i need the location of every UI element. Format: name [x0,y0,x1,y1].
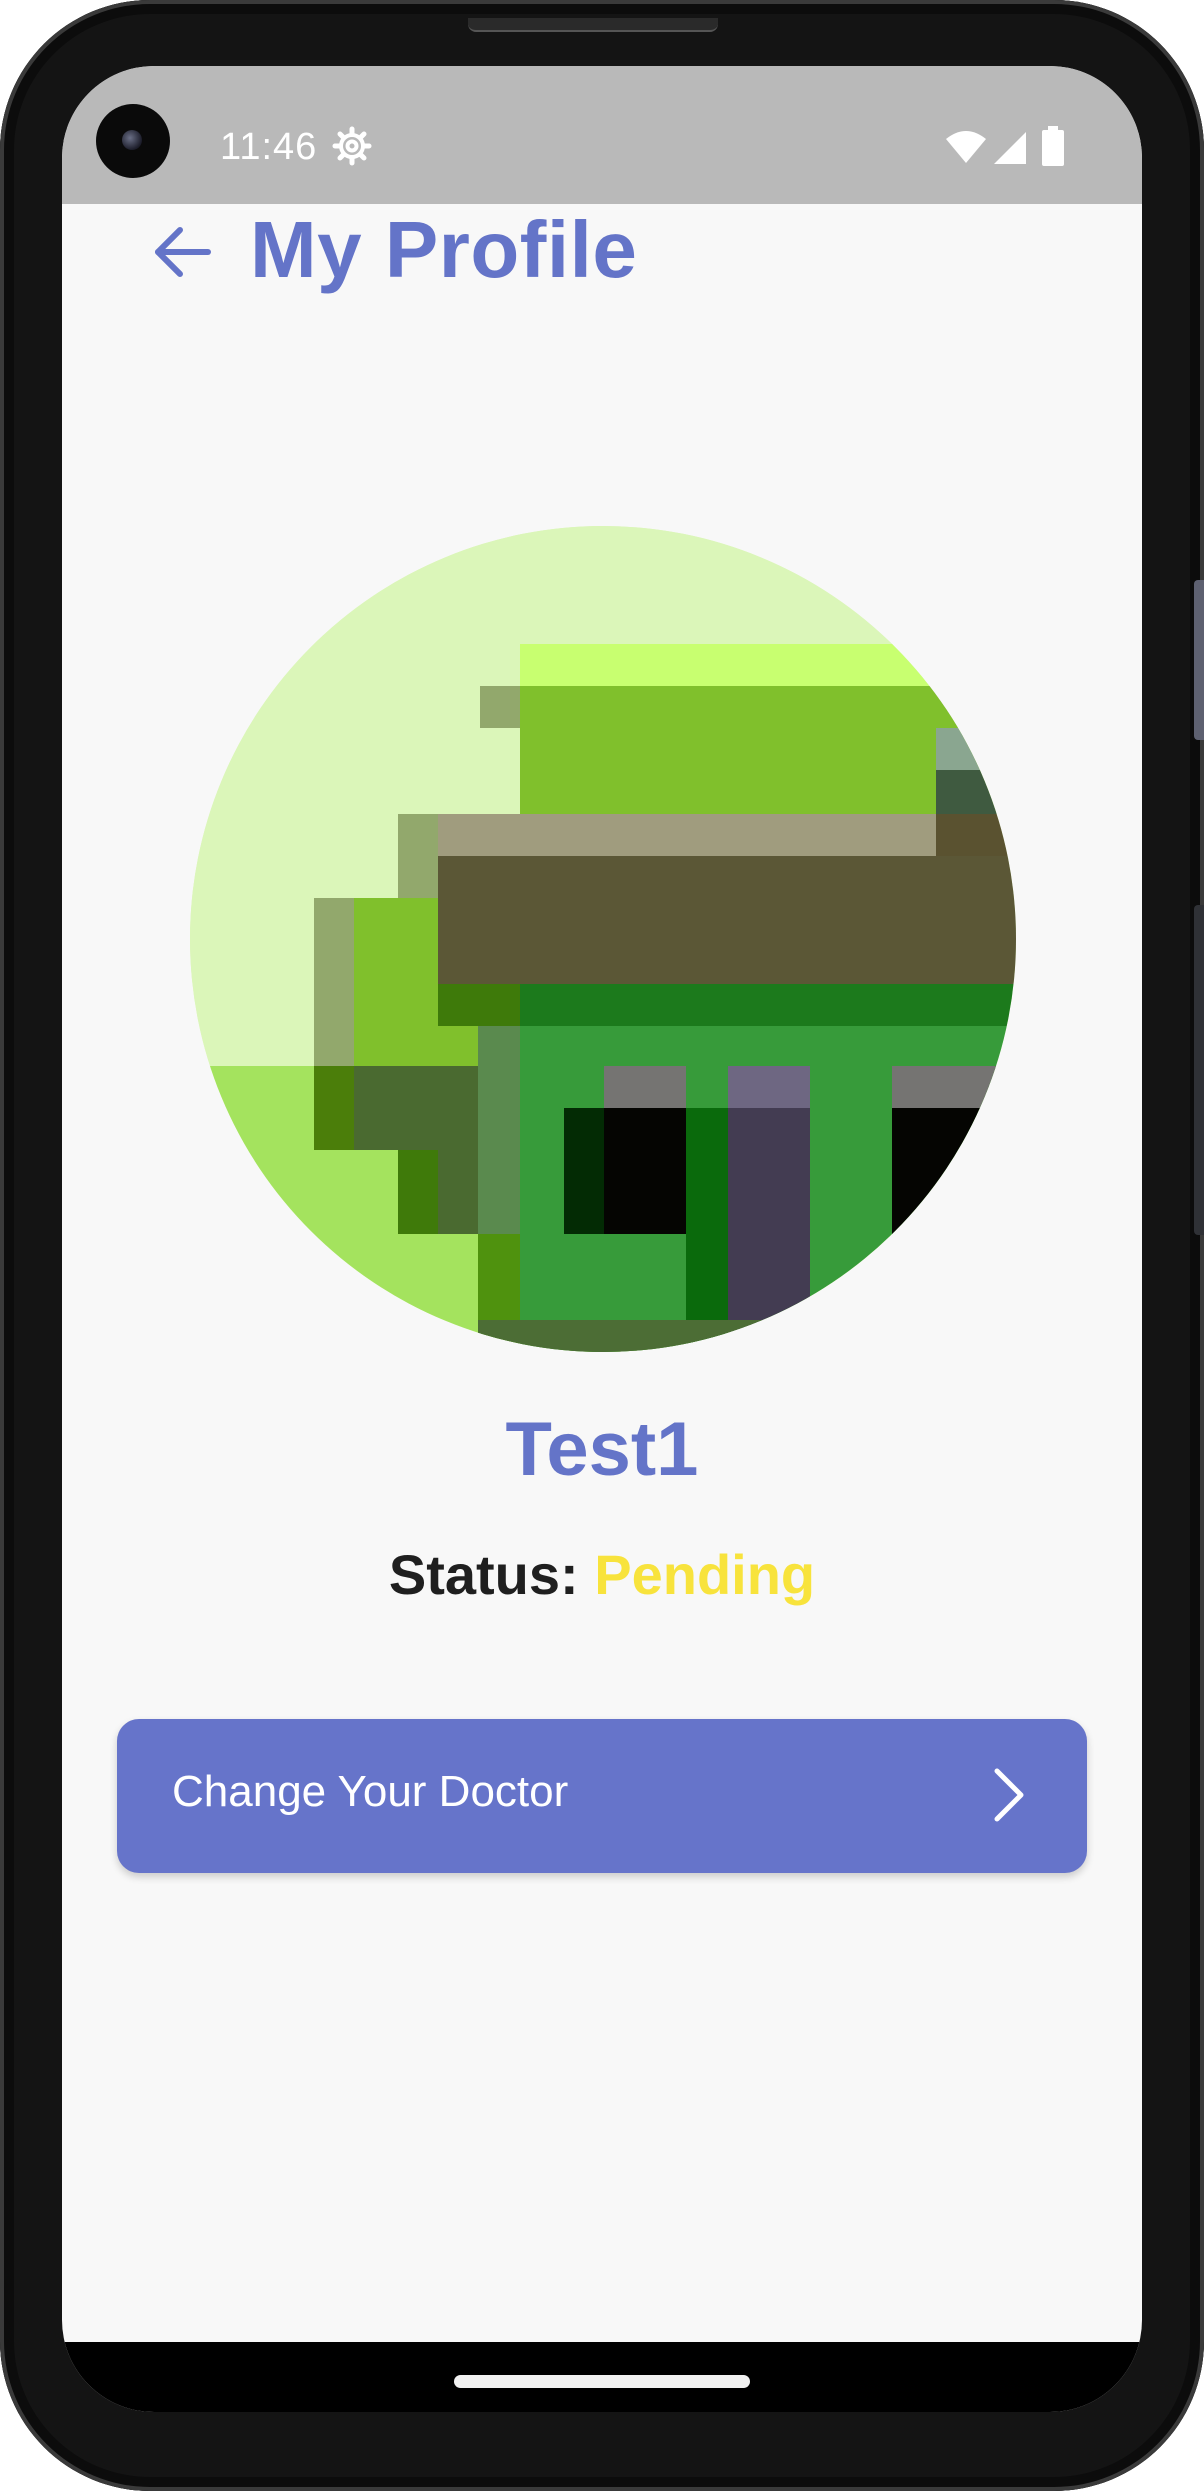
volume-button [1194,580,1204,740]
profile-username: Test1 [505,1407,699,1492]
chevron-right-icon [994,1768,1024,1822]
arrow-left-icon[interactable] [152,224,212,280]
avatar-image [190,526,1016,1352]
avatar [190,526,1016,1352]
signal-icon [994,132,1026,164]
front-camera [96,104,170,178]
status-badge: Pending [594,1543,816,1606]
status-time: 11:46 [220,126,318,168]
status-bar: 11:46 [62,66,1142,204]
change-doctor-label: Change Your Doctor [172,1767,569,1816]
change-doctor-button[interactable]: Change Your Doctor [117,1719,1087,1873]
home-indicator[interactable] [454,2375,750,2388]
page-title: My Profile [250,205,638,294]
gear-icon [332,126,372,166]
wifi-icon [946,131,986,163]
status-row: Status: Pending [62,1542,1142,1607]
power-button [1194,905,1204,1235]
speaker-slot [468,18,718,32]
phone-frame: 11:46 My Profile Test1 Status: Pending C… [0,0,1204,2491]
battery-icon [1042,126,1064,166]
status-label: Status: [388,1543,579,1606]
app-screen: 11:46 My Profile Test1 Status: Pending C… [62,66,1142,2412]
